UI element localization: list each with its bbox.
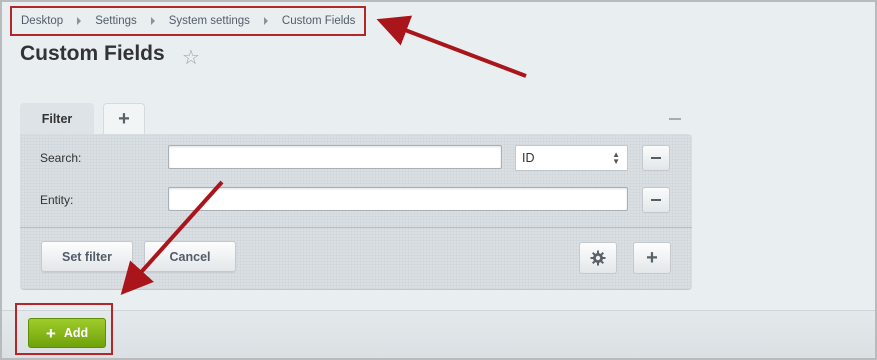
breadcrumb-desktop[interactable]: Desktop	[21, 15, 63, 27]
search-field-select-value: ID	[522, 151, 535, 165]
bottom-toolbar	[2, 310, 875, 358]
breadcrumb-system-settings[interactable]: System settings	[169, 15, 250, 27]
collapse-icon[interactable]	[669, 118, 681, 120]
remove-search-row-button[interactable]	[642, 145, 670, 171]
filter-divider	[20, 227, 692, 228]
remove-entity-row-button[interactable]	[642, 187, 670, 213]
breadcrumb-custom-fields[interactable]: Custom Fields	[282, 15, 356, 27]
star-icon[interactable]: ☆	[182, 45, 200, 70]
app-frame: Desktop Settings System settings Custom …	[0, 0, 877, 360]
minus-icon	[651, 157, 661, 159]
cancel-button[interactable]: Cancel	[144, 241, 236, 272]
tab-filter[interactable]: Filter	[20, 103, 94, 135]
breadcrumb: Desktop Settings System settings Custom …	[10, 6, 366, 36]
entity-input[interactable]	[168, 187, 628, 211]
page-title: Custom Fields	[20, 42, 165, 65]
plus-icon: +	[45, 323, 56, 343]
add-button[interactable]: + Add	[28, 318, 106, 348]
add-filter-field-button[interactable]: +	[633, 242, 671, 274]
add-button-label: Add	[63, 326, 89, 340]
filter-settings-button[interactable]	[579, 242, 617, 274]
chevron-right-icon	[263, 17, 268, 25]
chevron-right-icon	[77, 17, 82, 25]
chevron-right-icon	[150, 17, 155, 25]
set-filter-button[interactable]: Set filter	[41, 241, 133, 272]
plus-icon: +	[118, 107, 130, 130]
annotation-arrow-breadcrumb	[376, 15, 527, 78]
gear-icon	[590, 250, 606, 266]
search-input[interactable]	[168, 145, 502, 169]
minus-icon	[651, 199, 661, 201]
entity-label: Entity:	[40, 193, 74, 207]
search-label: Search:	[40, 151, 82, 165]
breadcrumb-settings[interactable]: Settings	[95, 15, 137, 27]
search-field-select[interactable]: ID ▲ ▼	[515, 145, 628, 171]
add-filter-tab-button[interactable]: +	[103, 103, 145, 134]
plus-icon: +	[646, 246, 658, 269]
select-arrows-icon: ▲ ▼	[612, 150, 620, 166]
